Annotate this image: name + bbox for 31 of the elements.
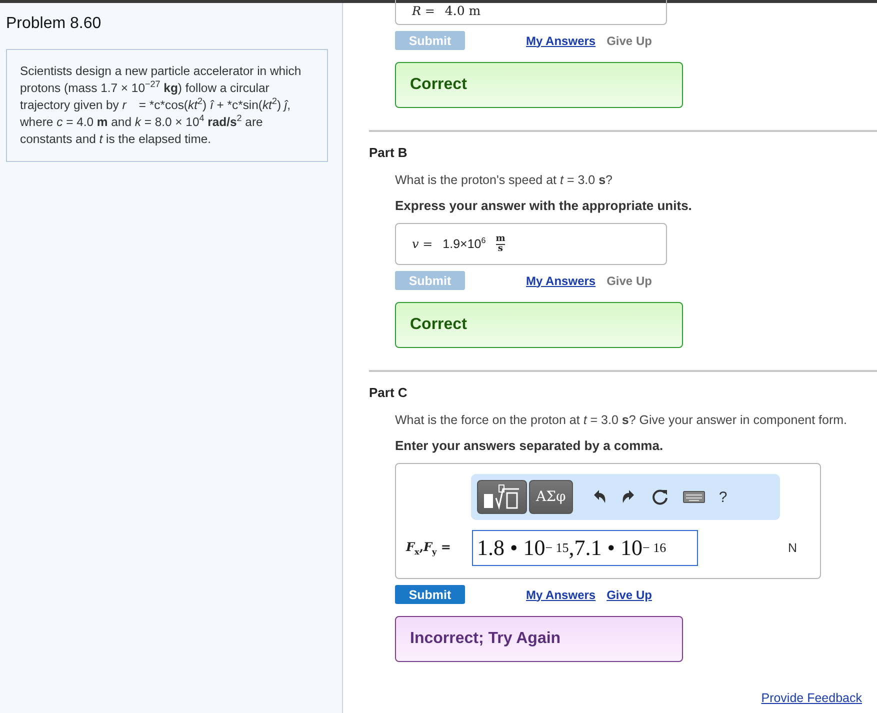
answer-link[interactable]: My Answers	[526, 588, 596, 602]
answer-link[interactable]: My Answers	[526, 34, 596, 48]
variable-label: F$_{x}$,F$_{y}$ =	[406, 540, 452, 556]
help-button[interactable]: ?	[718, 488, 728, 506]
instruction-text: Enter your answers separated by a comma.	[395, 438, 664, 453]
problem-title: Problem 8.60	[6, 15, 102, 33]
answer-value: 1.9×10$^{6}$	[442, 236, 486, 252]
variable-label: R =	[412, 4, 435, 18]
question-text: What is the force on the proton at t = 3.0 s? Give your answer in component form.	[395, 413, 848, 427]
feedback-message: Correct	[395, 302, 683, 348]
math-input-field[interactable]: 1.8 • 10$^{− 15}$,7.1 • 10$^{− 16}$	[472, 530, 698, 566]
variable-label: v =	[412, 237, 433, 251]
part-heading: Part C	[369, 385, 408, 400]
answer-value: 4.0 m	[444, 3, 481, 18]
question-text: What is the proton's speed at t = 3.0 s?	[395, 173, 614, 187]
symbols-button[interactable]: ΑΣφ	[529, 480, 573, 514]
template-button[interactable]	[477, 480, 527, 514]
feedback-message: Incorrect; Try Again	[395, 616, 683, 662]
feedback-link[interactable]: Provide Feedback	[761, 691, 862, 705]
unit-label: N	[788, 541, 798, 555]
instruction-text: Express your answer with the appropriate units.	[395, 198, 693, 213]
submit-button[interactable]: Submit	[395, 585, 465, 604]
redo-icon[interactable]	[620, 489, 637, 505]
keyboard-icon[interactable]	[682, 490, 705, 504]
unit-fraction: m s	[496, 234, 506, 254]
reset-icon[interactable]	[650, 488, 669, 506]
feedback-message: Correct	[395, 62, 683, 108]
answer-link[interactable]: Give Up	[606, 588, 652, 602]
answer-link[interactable]: My Answers	[526, 274, 596, 288]
part-heading: Part B	[369, 145, 408, 160]
template-icon	[482, 484, 522, 510]
